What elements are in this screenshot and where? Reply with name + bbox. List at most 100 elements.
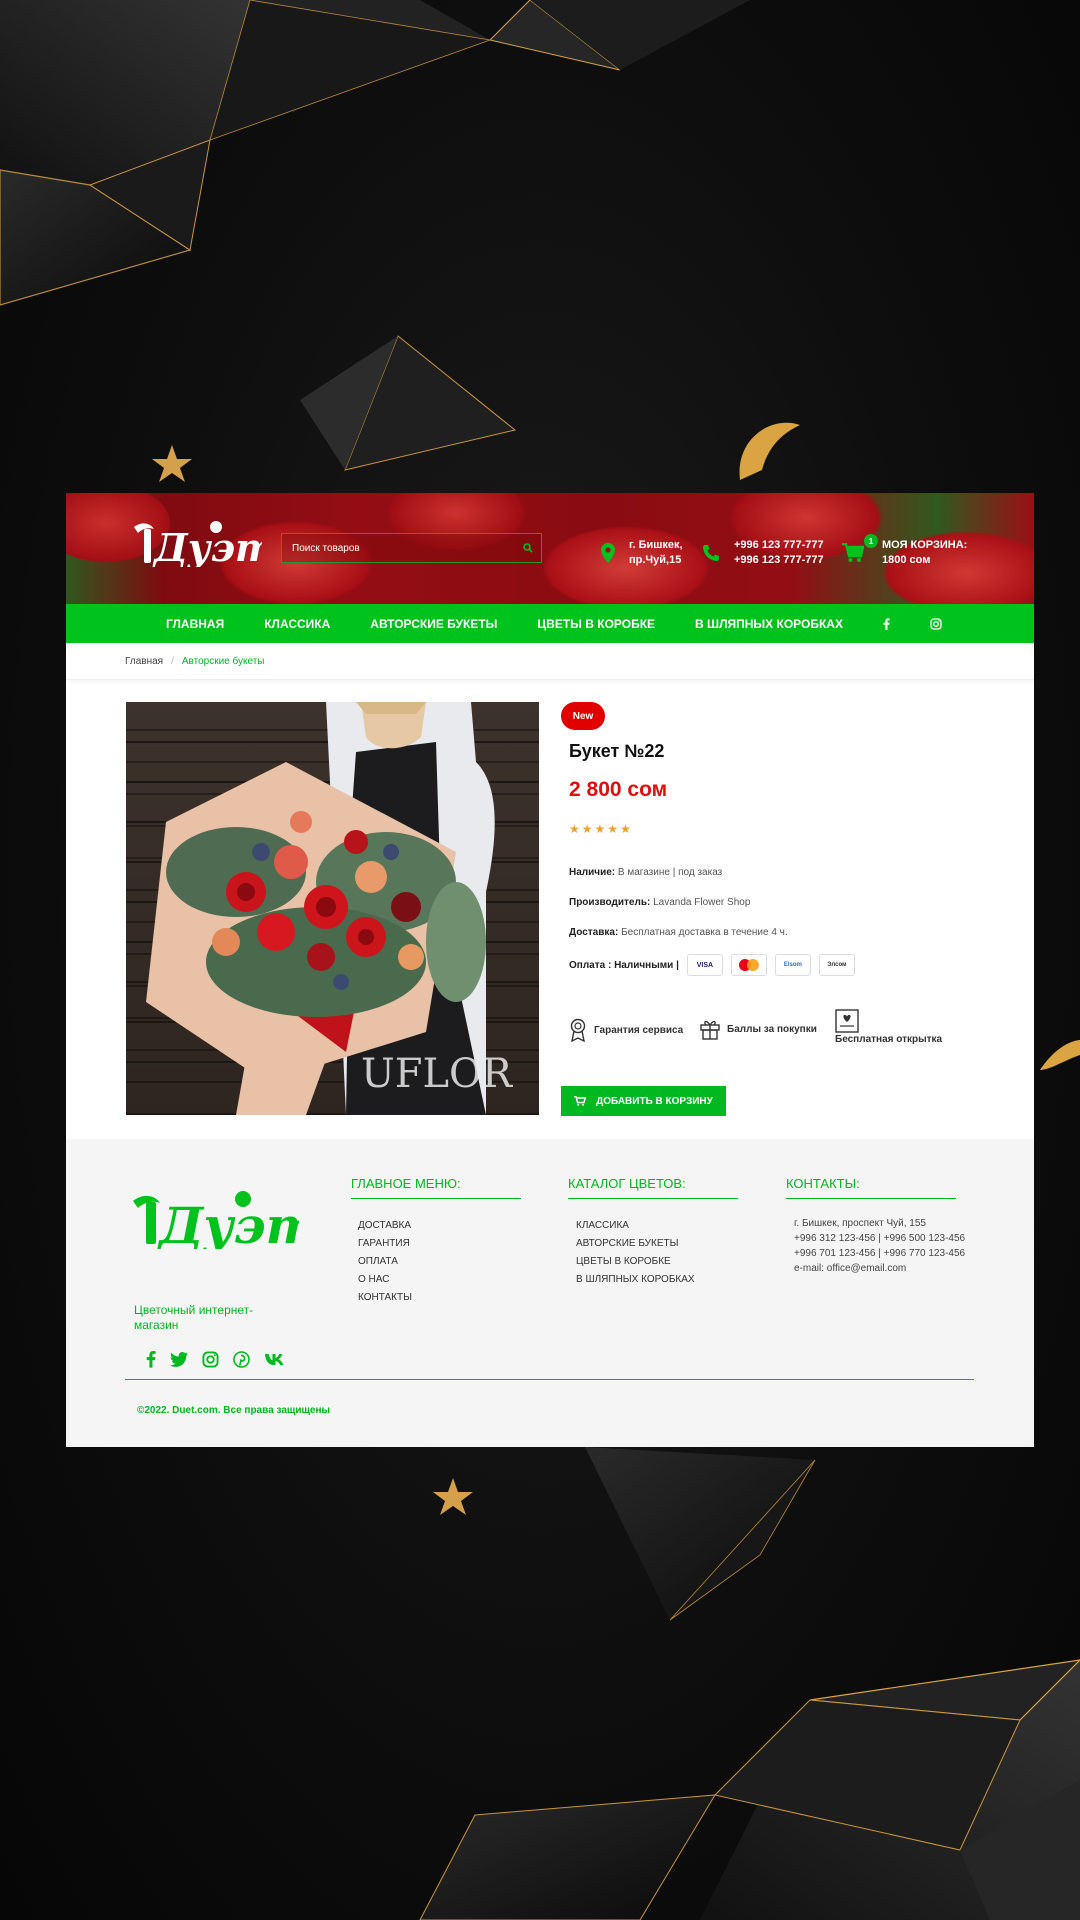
mastercard-icon	[730, 954, 767, 976]
footer-catalog-title: КАТАЛОГ ЦВЕТОВ:	[568, 1176, 738, 1199]
facebook-icon[interactable]	[883, 617, 890, 630]
cart-icon[interactable]	[842, 542, 865, 568]
footer-divider	[125, 1379, 974, 1380]
search-box	[281, 533, 542, 563]
svg-text:Дуэт: Дуэт	[152, 525, 262, 567]
product-photo[interactable]: UFLOR	[126, 702, 539, 1115]
award-icon	[570, 1018, 586, 1042]
availability-value: В магазине | под заказ	[617, 867, 723, 878]
nav-item-classic[interactable]: КЛАССИКА	[264, 617, 330, 631]
nav-item-home[interactable]: ГЛАВНАЯ	[166, 617, 224, 631]
phones: +996 123 777-777 +996 123 777-777	[734, 538, 824, 568]
address-line-1: г. Бишкек,	[629, 539, 683, 551]
breadcrumb: Главная / Авторские букеты	[66, 643, 1034, 680]
rating-stars: ★ ★ ★ ★ ★	[569, 823, 631, 835]
instagram-icon[interactable]	[202, 1350, 219, 1373]
payment-methods: Оплата : Наличными | VISA Elsom Элсом	[569, 954, 863, 976]
footer-menu-item[interactable]: ГАРАНТИЯ	[358, 1235, 412, 1253]
footer-menu-item[interactable]: О НАС	[358, 1271, 412, 1289]
footer-menu-title: ГЛАВНОЕ МЕНЮ:	[351, 1176, 521, 1199]
site-footer: Дуэт Цветочный интернет-магазин ГЛАВНОЕ …	[66, 1139, 1034, 1447]
nav-item-hat-boxes[interactable]: В ШЛЯПНЫХ КОРОБКАХ	[695, 617, 843, 631]
breadcrumb-home[interactable]: Главная	[125, 656, 163, 667]
cart-icon	[574, 1096, 587, 1106]
star-icon: ★	[594, 822, 606, 836]
svg-text:Дуэт: Дуэт	[157, 1196, 299, 1249]
pinterest-icon[interactable]	[233, 1350, 250, 1373]
footer-contacts-title: КОНТАКТЫ:	[786, 1176, 956, 1199]
cart-summary[interactable]: МОЯ КОРЗИНА: 1800 сом	[882, 538, 967, 568]
search-input[interactable]	[282, 534, 515, 562]
availability-label: Наличие:	[569, 867, 616, 878]
availability: Наличие: В магазине | под заказ	[569, 867, 722, 878]
footer-logo[interactable]: Дуэт	[129, 1187, 319, 1255]
contact-phones-1[interactable]: +996 312 123-456 | +996 500 123-456	[794, 1231, 974, 1246]
search-icon[interactable]	[515, 534, 541, 562]
product-title: Букет №22	[569, 741, 665, 761]
cart-count-badge: 1	[864, 534, 878, 548]
breadcrumb-current[interactable]: Авторские букеты	[182, 656, 265, 667]
delivery-label: Доставка:	[569, 927, 619, 938]
photo-watermark: UFLOR	[361, 1051, 514, 1097]
footer-menu-item[interactable]: КОНТАКТЫ	[358, 1289, 412, 1307]
map-pin-icon	[601, 543, 615, 568]
payment-label: Оплата : Наличными |	[569, 959, 679, 971]
footer-catalog-item[interactable]: В ШЛЯПНЫХ КОРОБКАХ	[576, 1271, 695, 1289]
footer-menu-item[interactable]: ОПЛАТА	[358, 1253, 412, 1271]
elsom-icon: Elsom	[774, 954, 811, 976]
site-header: Дуэт г. Бишкек, пр.Чуй,15 +996 123 777-7…	[66, 493, 1034, 604]
delivery: Доставка: Бесплатная доставка в течение …	[569, 927, 788, 938]
cart-total: 1800 сом	[882, 554, 931, 566]
footer-social-links	[146, 1350, 286, 1373]
footer-menu-list: ДОСТАВКА ГАРАНТИЯ ОПЛАТА О НАС КОНТАКТЫ	[358, 1217, 412, 1307]
contact-phones-2[interactable]: +996 701 123-456 | +996 770 123-456	[794, 1246, 974, 1261]
cart-title: МОЯ КОРЗИНА:	[882, 539, 968, 551]
contact-email[interactable]: e-mail: office@email.com	[794, 1261, 974, 1276]
main-nav: ГЛАВНАЯ КЛАССИКА АВТОРСКИЕ БУКЕТЫ ЦВЕТЫ …	[66, 604, 1034, 643]
logo-image: Дуэт	[134, 521, 275, 570]
footer-catalog-item[interactable]: КЛАССИКА	[576, 1217, 695, 1235]
manufacturer-label: Производитель:	[569, 897, 651, 908]
footer-catalog-list: КЛАССИКА АВТОРСКИЕ БУКЕТЫ ЦВЕТЫ В КОРОБК…	[576, 1217, 695, 1289]
visa-icon: VISA	[686, 954, 723, 976]
footer-catalog-item[interactable]: ЦВЕТЫ В КОРОБКЕ	[576, 1253, 695, 1271]
nav-item-flowers-in-box[interactable]: ЦВЕТЫ В КОРОБКЕ	[537, 617, 655, 631]
phone-icon	[702, 544, 720, 567]
add-to-cart-button[interactable]: ДОБАВИТЬ В КОРЗИНУ	[561, 1086, 726, 1116]
feature-bonus-points: Баллы за покупки	[700, 1018, 817, 1040]
card-icon	[835, 1009, 859, 1033]
gift-icon	[700, 1020, 720, 1040]
footer-catalog-item[interactable]: АВТОРСКИЕ БУКЕТЫ	[576, 1235, 695, 1253]
feature-free-card: Бесплатная открытка	[835, 1009, 942, 1045]
manufacturer-value: Lavanda Flower Shop	[653, 897, 751, 908]
facebook-icon[interactable]	[146, 1350, 156, 1373]
twitter-icon[interactable]	[170, 1351, 188, 1372]
footer-tagline: Цветочный интернет-магазин	[134, 1303, 254, 1332]
site-window: Дуэт г. Бишкек, пр.Чуй,15 +996 123 777-7…	[66, 493, 1034, 1447]
star-icon: ★	[620, 822, 631, 836]
address: г. Бишкек, пр.Чуй,15	[629, 538, 683, 568]
breadcrumb-separator: /	[171, 655, 174, 667]
product-price: 2 800 сом	[569, 778, 668, 801]
bouquet-image: UFLOR	[126, 702, 539, 1115]
delivery-value: Бесплатная доставка в течение 4 ч.	[621, 927, 788, 938]
phone-number-2[interactable]: +996 123 777-777	[734, 553, 824, 568]
nav-item-author-bouquets[interactable]: АВТОРСКИЕ БУКЕТЫ	[370, 617, 497, 631]
address-line-2: пр.Чуй,15	[629, 554, 682, 566]
feature-service-guarantee: Гарантия сервиса	[569, 1018, 683, 1042]
new-badge: New	[561, 702, 605, 730]
footer-logo-image: Дуэт	[133, 1191, 319, 1255]
logo[interactable]: Дуэт	[130, 517, 275, 572]
footer-contacts: г. Бишкек, проспект Чуй, 155 +996 312 12…	[794, 1216, 974, 1276]
contact-address: г. Бишкек, проспект Чуй, 155	[794, 1218, 926, 1229]
phone-number-1[interactable]: +996 123 777-777	[734, 538, 824, 553]
star-icon: ★	[569, 822, 580, 836]
vk-icon[interactable]	[264, 1353, 286, 1371]
footer-menu-item[interactable]: ДОСТАВКА	[358, 1217, 412, 1235]
e-money-icon: Элсом	[818, 954, 855, 976]
instagram-icon[interactable]	[930, 617, 942, 630]
star-icon: ★	[581, 822, 593, 836]
manufacturer: Производитель: Lavanda Flower Shop	[569, 897, 750, 908]
star-icon: ★	[607, 822, 619, 836]
copyright: ©2022. Duet.com. Все права защищены	[137, 1405, 331, 1416]
